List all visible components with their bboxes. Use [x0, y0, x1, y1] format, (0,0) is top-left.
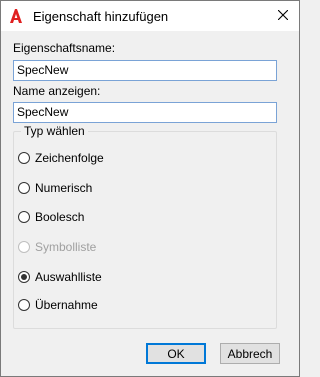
- radio-numerisch[interactable]: Numerisch: [18, 180, 92, 196]
- cancel-button[interactable]: Abbrech: [220, 343, 280, 364]
- radio-circle: [18, 241, 30, 253]
- radio-label: Boolesch: [35, 210, 85, 224]
- close-icon: [278, 10, 288, 20]
- close-button[interactable]: [273, 5, 293, 25]
- radio-circle: [18, 152, 30, 164]
- radio-circle: [18, 211, 30, 223]
- radio-auswahlliste[interactable]: Auswahlliste: [18, 269, 102, 285]
- radio-label: Auswahlliste: [35, 270, 102, 284]
- autocad-logo-icon: [10, 9, 22, 23]
- radio-label: Numerisch: [35, 181, 93, 195]
- radio-zeichenfolge[interactable]: Zeichenfolge: [18, 150, 104, 166]
- title-bar[interactable]: Eigenschaft hinzufügen: [1, 1, 299, 31]
- display-name-input[interactable]: [13, 102, 277, 123]
- radio-label: Übernahme: [35, 298, 98, 312]
- radio-uebernahme[interactable]: Übernahme: [18, 297, 98, 313]
- property-name-label: Eigenschaftsname:: [13, 41, 116, 55]
- radio-label: Zeichenfolge: [35, 151, 104, 165]
- radio-circle-selected: [18, 271, 30, 283]
- radio-circle: [18, 182, 30, 194]
- radio-symbolliste: Symbolliste: [18, 239, 96, 255]
- display-name-label: Name anzeigen:: [13, 84, 101, 98]
- radio-label: Symbolliste: [35, 240, 97, 254]
- ok-button[interactable]: OK: [146, 343, 206, 364]
- property-name-input[interactable]: [13, 60, 277, 81]
- dialog-title: Eigenschaft hinzufügen: [33, 9, 169, 24]
- radio-boolesch[interactable]: Boolesch: [18, 209, 84, 225]
- radio-circle: [18, 299, 30, 311]
- type-group-legend: Typ wählen: [21, 124, 88, 138]
